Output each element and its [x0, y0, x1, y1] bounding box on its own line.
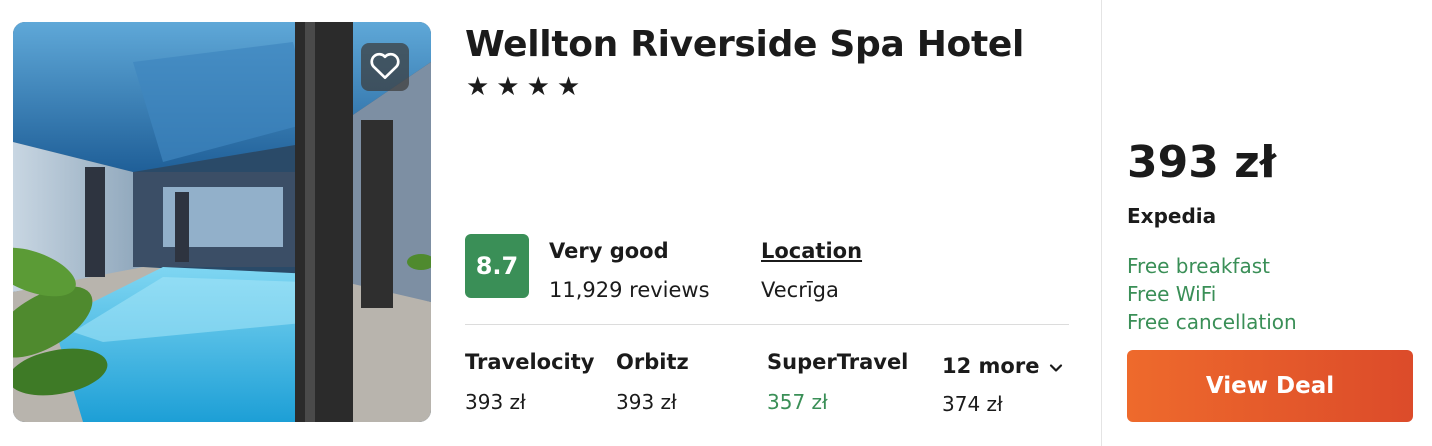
hotel-name[interactable]: Wellton Riverside Spa Hotel	[465, 24, 1024, 65]
provider-price: 393 zł	[616, 390, 677, 414]
divider	[465, 324, 1069, 325]
hotel-result-card: Wellton Riverside Spa Hotel ★★★★ 8.7 Ver…	[0, 0, 1432, 446]
location-value: Vecrīga	[761, 278, 839, 302]
heart-outline-icon	[369, 50, 401, 84]
more-providers-label: 12 more	[942, 354, 1040, 378]
provider-price: 357 zł	[767, 390, 828, 414]
chevron-down-icon	[1049, 354, 1063, 378]
rating-label: Very good	[549, 239, 669, 263]
amenity-item: Free cancellation	[1127, 310, 1297, 334]
view-deal-button[interactable]: View Deal	[1127, 350, 1413, 422]
provider-offer-supertravel[interactable]: SuperTravel 357 zł	[767, 350, 908, 414]
review-count: 11,929 reviews	[549, 278, 710, 302]
amenity-item: Free breakfast	[1127, 254, 1270, 278]
amenities-list: Free breakfast Free WiFi Free cancellati…	[1127, 252, 1297, 336]
provider-name: SuperTravel	[767, 350, 909, 374]
provider-offer-orbitz[interactable]: Orbitz 393 zł	[616, 350, 689, 414]
rating-score-badge: 8.7	[465, 234, 529, 298]
location-link[interactable]: Location	[761, 239, 862, 263]
more-providers-price: 374 zł	[942, 392, 1003, 416]
more-providers-dropdown[interactable]: 12 more	[942, 354, 1063, 378]
favorite-button[interactable]	[361, 43, 409, 91]
provider-name: Travelocity	[465, 350, 595, 374]
amenity-item: Free WiFi	[1127, 282, 1217, 306]
provider-price: 393 zł	[465, 390, 526, 414]
vertical-divider	[1101, 0, 1102, 446]
provider-name: Orbitz	[616, 350, 689, 374]
star-rating: ★★★★	[466, 72, 588, 102]
provider-offer-travelocity[interactable]: Travelocity 393 zł	[465, 350, 594, 414]
deal-price: 393 zł	[1127, 137, 1277, 188]
deal-provider: Expedia	[1127, 204, 1217, 228]
